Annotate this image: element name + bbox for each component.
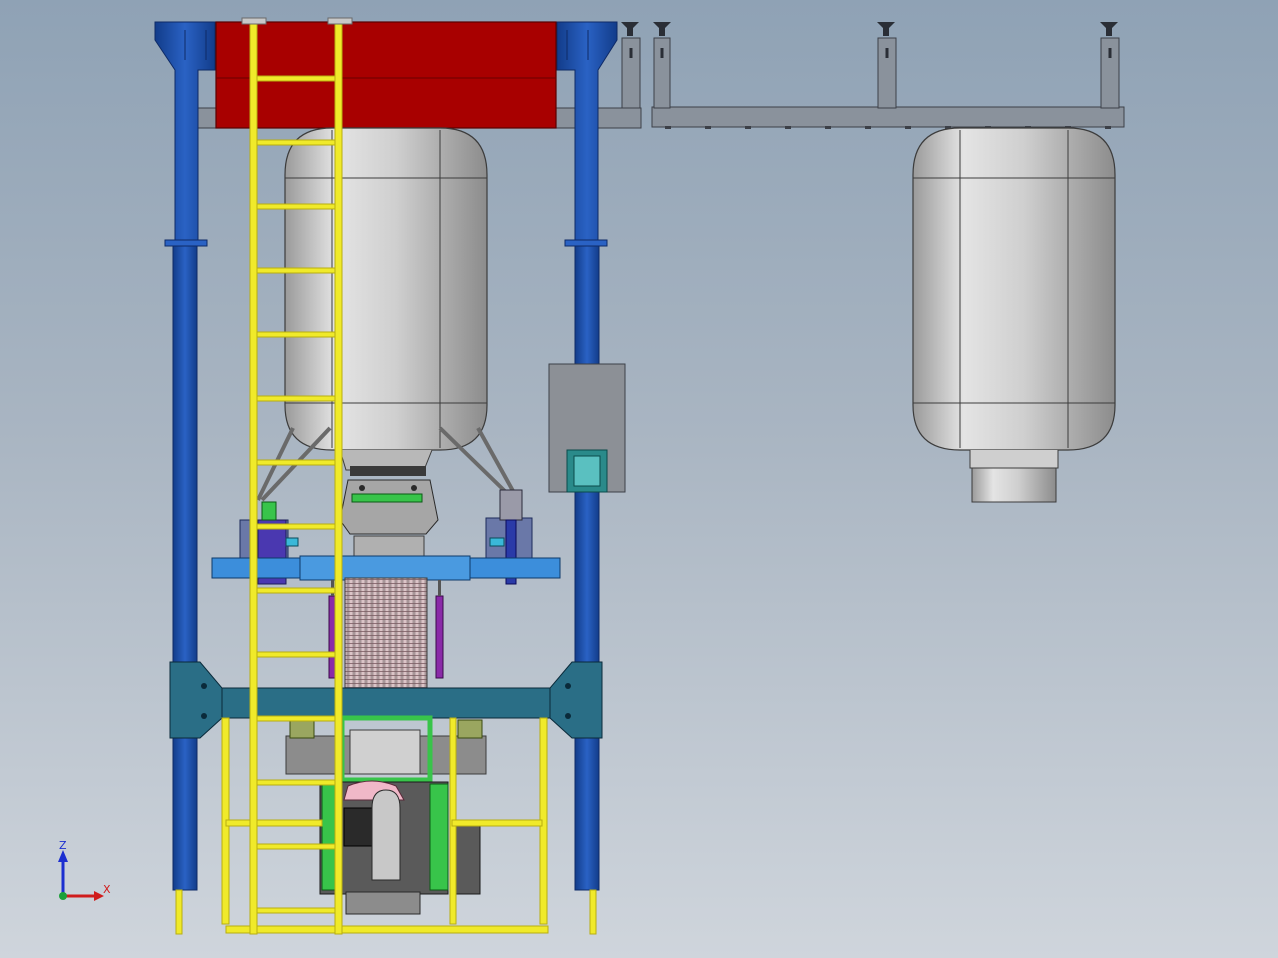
storage-tank-left [284,127,488,471]
cad-model-view[interactable]: Z X [0,0,1278,958]
expansion-bellows [344,577,428,689]
storage-tank-right [912,127,1116,503]
cad-viewport[interactable]: Z X [0,0,1278,958]
x-axis-label: X [103,883,111,896]
support-column-left [154,21,216,891]
hoist-housing-red [215,21,557,129]
hanger-eyebolt [621,22,1118,36]
z-axis-label: Z [59,839,67,852]
hanger-post [621,37,1120,109]
control-cabinet [548,363,626,493]
filling-platform [211,555,561,581]
overhead-beam-right [621,22,1125,129]
y-axis-dot [59,892,67,900]
discharge-valve-assembly [339,466,439,561]
orientation-triad: Z X [58,839,111,901]
